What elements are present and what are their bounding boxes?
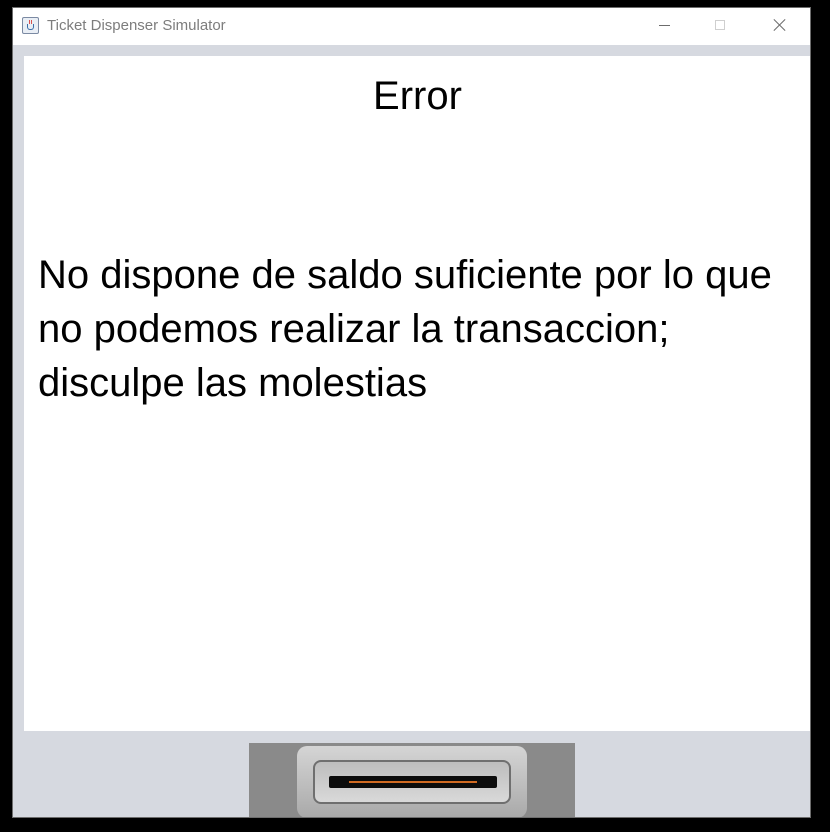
close-button[interactable]: [757, 8, 803, 44]
card-slot-opening: [329, 776, 497, 788]
app-window: Ticket Dispenser Simulator Error No disp…: [12, 7, 811, 818]
error-message: No dispone de saldo suficiente por lo qu…: [38, 253, 772, 405]
minimize-icon: [659, 25, 670, 26]
error-title: Error: [373, 74, 462, 118]
title-bar[interactable]: Ticket Dispenser Simulator: [13, 8, 810, 45]
maximize-button[interactable]: [699, 8, 745, 44]
java-cup-icon: [27, 24, 34, 30]
maximize-icon: [715, 20, 725, 30]
card-slot[interactable]: [249, 743, 575, 817]
card-slot-frame: [297, 746, 527, 817]
close-icon: [773, 18, 787, 32]
card-slot-accent-line: [349, 781, 477, 783]
card-slot-icon: [313, 760, 511, 804]
screen-panel: Error No dispone de saldo suficiente por…: [24, 56, 810, 731]
java-app-icon[interactable]: [22, 17, 39, 34]
window-title: Ticket Dispenser Simulator: [47, 17, 226, 34]
minimize-button[interactable]: [642, 8, 688, 44]
